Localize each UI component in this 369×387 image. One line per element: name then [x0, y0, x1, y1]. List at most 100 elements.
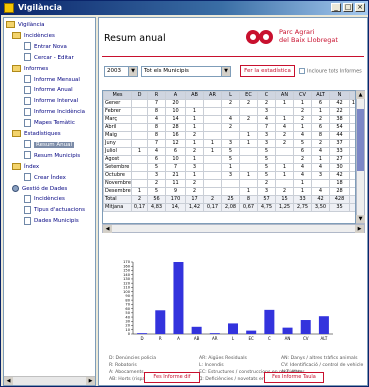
tree-item[interactable]: Resum Municipis	[24, 151, 80, 161]
print-table-report-button[interactable]: Fes Informe Taula	[264, 372, 324, 383]
y-tick-label: 50	[125, 311, 130, 315]
tree-item[interactable]: Crear Índex	[24, 173, 66, 183]
table-cell: 5	[293, 139, 312, 148]
y-tick-label: 100	[123, 290, 131, 294]
scroll-right-arrow-icon[interactable]: ▶	[86, 377, 95, 385]
tree-item[interactable]: Informes	[12, 64, 48, 74]
table-cell	[131, 107, 148, 116]
tree-item[interactable]: Cercar - Editar	[24, 53, 74, 63]
chevron-down-icon[interactable]: ▼	[221, 67, 230, 76]
tree-item[interactable]: Informe Interval	[24, 96, 78, 106]
column-header[interactable]: AN	[275, 91, 294, 100]
update-statistics-button[interactable]: Fer la estadística	[240, 65, 295, 77]
column-header[interactable]: Mes	[103, 91, 132, 100]
table-cell: 10	[165, 155, 186, 164]
tree-item[interactable]: Incidències	[24, 194, 65, 204]
close-button[interactable]: ×	[355, 3, 365, 12]
tree-item[interactable]: Vigilància	[6, 20, 45, 30]
tree-item[interactable]: Informe Incidència	[24, 107, 85, 117]
app-window: Vigilància _ □ × Vigilància Incidències En…	[0, 0, 369, 387]
tree-item[interactable]: Entrar Nova	[24, 42, 67, 52]
scroll-right-arrow-icon[interactable]: ▶	[355, 225, 364, 233]
column-header[interactable]: A	[165, 91, 186, 100]
tree-horizontal-scrollbar[interactable]: ◀ ▶	[4, 376, 95, 385]
tree-item[interactable]: Mapes Temàtic	[24, 118, 75, 128]
bar	[137, 333, 148, 334]
table-cell	[131, 139, 148, 148]
scroll-down-arrow-icon[interactable]: ▼	[356, 215, 365, 223]
table-scroll-thumb[interactable]	[357, 109, 364, 171]
table-cell: 3,50	[311, 203, 330, 212]
table-cell: 6	[311, 99, 330, 108]
tree-item[interactable]: Incidències	[12, 31, 55, 41]
column-header[interactable]: EC	[239, 91, 258, 100]
include-all-reports-option[interactable]: Incloure tots Informes	[299, 68, 362, 75]
print-chart-report-button[interactable]: Fes Informe dif	[144, 372, 200, 383]
tree-item[interactable]: Informe Mensual	[24, 75, 80, 85]
summary-table: Mes D R A AB AR L EC C AN CV ALT N Gener 7 20 2 2 2 1 1 6 42 1 F…	[102, 90, 356, 224]
table-cell	[275, 155, 294, 164]
tree-item[interactable]: Índex	[12, 162, 39, 172]
column-header[interactable]: N	[329, 91, 350, 100]
column-header[interactable]: CV	[293, 91, 312, 100]
x-tick-label: L	[232, 336, 235, 341]
document-icon	[24, 216, 31, 225]
table-cell	[203, 107, 222, 116]
table-cell: 1,42	[185, 203, 204, 212]
municipality-select[interactable]: Tot els Municipis ▼	[141, 66, 231, 77]
table-cell: 21	[165, 171, 186, 180]
scroll-left-arrow-icon[interactable]: ◀	[103, 225, 112, 233]
x-tick-label: A	[177, 336, 180, 341]
column-header[interactable]: D	[131, 91, 148, 100]
table-cell: 5	[147, 163, 166, 172]
column-header[interactable]: ALT	[311, 91, 330, 100]
table-cell	[203, 115, 222, 124]
folder-icon	[12, 130, 21, 137]
tree-item[interactable]: Informe Anual	[24, 85, 73, 95]
table-vertical-scrollbar[interactable]: ▲ ▼	[356, 90, 365, 224]
y-tick-label: 120	[123, 281, 131, 285]
chevron-down-icon[interactable]: ▼	[128, 67, 137, 76]
column-header[interactable]: AB	[185, 91, 204, 100]
main-content: Resum anual Parc Agrari del Baix Llobreg…	[98, 17, 368, 386]
tree-item-label: Resum Anual	[34, 141, 75, 148]
table-cell: 7	[147, 99, 166, 108]
minimize-button[interactable]: _	[331, 3, 341, 12]
table-cell: 2	[185, 131, 204, 140]
year-select[interactable]: 2003 ▼	[104, 66, 138, 77]
table-cell: 2	[293, 115, 312, 124]
table-cell: 3	[147, 171, 166, 180]
column-header[interactable]: AR	[203, 91, 222, 100]
scroll-up-arrow-icon[interactable]: ▲	[356, 91, 365, 99]
legend-entry: D: Denúncies policia	[109, 356, 157, 361]
page-title: Resum anual	[104, 33, 166, 44]
tree-item[interactable]: Estadístiques	[12, 129, 61, 139]
document-icon	[24, 75, 31, 83]
bar	[155, 310, 166, 334]
column-header[interactable]: R	[147, 91, 166, 100]
legend-entry: AN: Danys / altres tràfics animals	[281, 356, 358, 361]
table-horizontal-scrollbar[interactable]: ◀ ▶	[102, 224, 365, 233]
table-cell: 2	[293, 107, 312, 116]
column-header[interactable]: L	[221, 91, 240, 100]
scroll-left-arrow-icon[interactable]: ◀	[4, 377, 13, 385]
legend-entry: AR: Aigües Residuals	[199, 356, 247, 361]
tree-item[interactable]: Tipus d'actuacions	[24, 205, 85, 215]
bar	[228, 323, 238, 334]
table-cell	[275, 179, 294, 188]
include-all-reports-checkbox[interactable]	[299, 68, 305, 74]
tree-item[interactable]: Resum Anual	[24, 140, 75, 150]
tree-item[interactable]: Gestió de Dades	[12, 184, 67, 194]
table-cell: 28	[329, 187, 350, 196]
tree-item-label: Gestió de Dades	[22, 185, 68, 192]
maximize-button[interactable]: □	[343, 3, 353, 12]
municipality-value: Tot els Municipis	[144, 68, 189, 74]
column-header[interactable]: C	[257, 91, 276, 100]
tree-item[interactable]: Dades Municipis	[24, 216, 79, 226]
table-row: Febrer 8 10 1 3 2 1 22	[103, 107, 355, 116]
table-cell: 8	[311, 131, 330, 140]
table-cell: 4	[311, 147, 330, 156]
table-cell: 5	[257, 155, 276, 164]
table-cell: 42	[329, 99, 350, 108]
title-bar: Vigilància _ □ ×	[1, 1, 368, 15]
